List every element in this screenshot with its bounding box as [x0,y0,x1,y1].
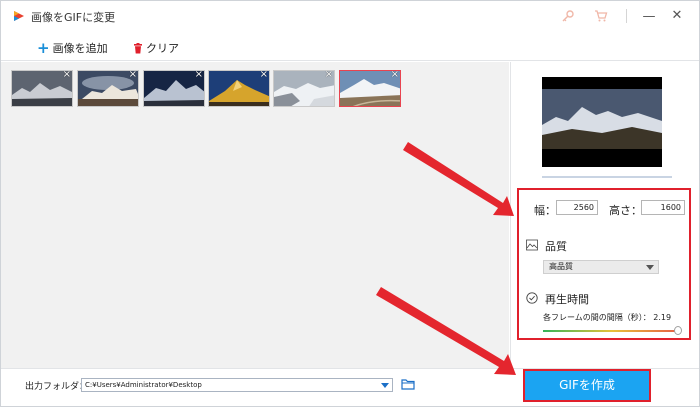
height-input[interactable]: 1600 [641,200,685,215]
preview-scrollbar [542,176,672,178]
thumbnail-close-icon[interactable]: × [195,71,203,80]
app-logo-icon [14,11,24,21]
output-folder-label: 出力フォルダ： [25,382,89,392]
thumbnail-close-icon[interactable]: × [260,71,268,80]
thumbnail-item[interactable]: × [11,70,73,107]
settings-panel: 幅： 2560 高さ： 1600 品質 高品質 再生時間 各フレームの間の間隔（… [510,62,699,368]
thumbnail-item[interactable]: × [143,70,205,107]
minimize-icon[interactable]: — [642,10,656,24]
window-title: 画像をGIFに変更 [31,11,116,24]
trash-icon [134,42,142,53]
thumbnail-item[interactable]: × [208,70,270,107]
folder-icon[interactable] [401,378,415,390]
add-image-button[interactable]: + 画像を追加 [37,40,108,56]
image-quality-icon [526,239,538,251]
preview-picture [542,77,662,167]
app-window: 画像をGIFに変更 — ✕ + 画像を追加 クリア × × × × × × 幅：… [0,0,700,407]
toolbar: + 画像を追加 クリア [1,31,699,61]
width-label: 幅： [534,204,556,217]
output-settings-group: 幅： 2560 高さ： 1600 品質 高品質 再生時間 各フレームの間の間隔（… [517,188,691,340]
cart-icon[interactable] [594,9,608,23]
thumbnail-close-icon[interactable]: × [391,71,399,80]
output-folder-path: C:¥Users¥Administrator¥Desktop [85,381,202,389]
thumbnail-item[interactable]: × [273,70,335,107]
thumbnail-item-selected[interactable]: × [339,70,401,107]
plus-icon: + [37,39,50,57]
dropdown-arrow-icon[interactable] [381,383,389,388]
clear-label: クリア [146,42,179,55]
bottom-bar: 出力フォルダ： C:¥Users¥Administrator¥Desktop G… [1,368,699,406]
slider-handle[interactable] [674,326,682,335]
thumbnail-close-icon[interactable]: × [129,71,137,80]
thumbnail-item[interactable]: × [77,70,139,107]
create-gif-button[interactable]: GIFを作成 [523,369,651,402]
height-label: 高さ： [609,204,642,217]
add-image-label: 画像を追加 [52,42,108,55]
key-icon[interactable] [561,9,575,23]
image-list-area: × × × × × × [1,62,509,368]
frame-interval-label: 各フレームの間の間隔（秒）： 2.19 [543,313,672,322]
width-input[interactable]: 2560 [556,200,598,215]
playback-time-title: 再生時間 [545,293,589,306]
output-folder-combobox[interactable]: C:¥Users¥Administrator¥Desktop [81,378,393,392]
preview-image [542,77,662,167]
title-bar: 画像をGIFに変更 — ✕ [1,1,699,31]
clock-icon [526,292,538,304]
quality-title: 品質 [545,240,567,253]
quality-select[interactable]: 高品質 [543,260,659,274]
titlebar-separator [626,9,627,23]
dropdown-arrow-icon [646,265,654,270]
thumbnail-close-icon[interactable]: × [325,71,333,80]
clear-button[interactable]: クリア [133,40,179,56]
quality-selected-value: 高品質 [549,262,573,271]
close-icon[interactable]: ✕ [670,9,684,23]
thumbnail-close-icon[interactable]: × [63,71,71,80]
frame-interval-slider[interactable] [543,330,681,332]
